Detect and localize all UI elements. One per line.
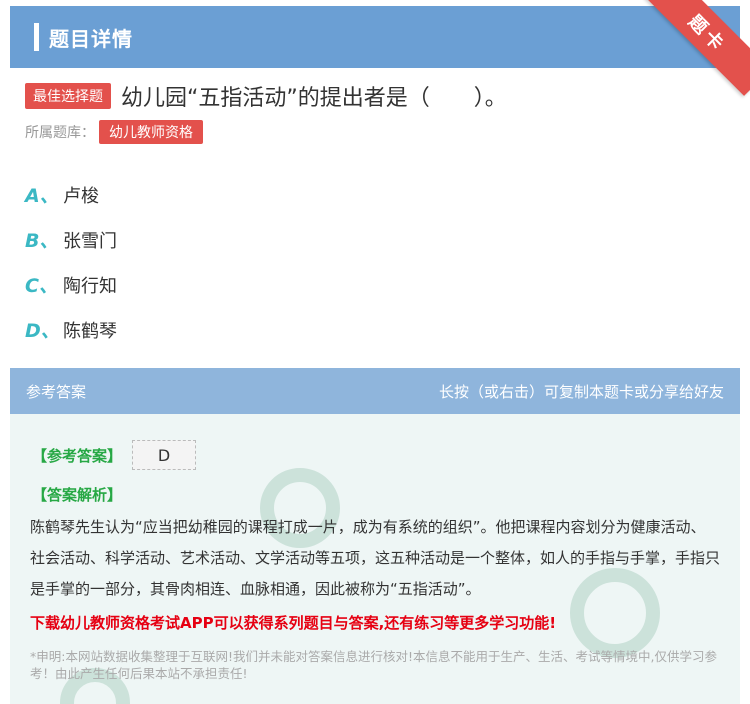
question-text: 幼儿园“五指活动”的提出者是（ ）。 [121, 86, 507, 111]
app-promo-link[interactable]: 下载幼儿教师资格考试APP可以获得系列题目与答案,还有练习等更多学习功能! [30, 612, 556, 633]
option-a[interactable]: A、 卢梭 [25, 172, 117, 217]
option-d[interactable]: D、 陈鹤琴 [25, 307, 117, 352]
option-c[interactable]: C、 陶行知 [25, 262, 117, 307]
answer-panel: 参考答案 长按（或右击）可复制本题卡或分享给好友 【参考答案】 D 【答案解析】… [10, 368, 740, 704]
option-b[interactable]: B、 张雪门 [25, 217, 117, 262]
answer-section-title: 参考答案 [26, 382, 87, 401]
option-text: 陶行知 [63, 275, 117, 297]
library-tag[interactable]: 幼儿教师资格 [99, 120, 203, 144]
option-letter: C、 [25, 275, 58, 297]
options-list: A、 卢梭 B、 张雪门 C、 陶行知 D、 陈鹤琴 [25, 172, 117, 352]
analysis-label: 【答案解析】 [32, 486, 123, 504]
page-title: 题目详情 [49, 26, 133, 51]
option-text: 卢梭 [63, 185, 99, 207]
analysis-text: 陈鹤琴先生认为“应当把幼稚园的课程打成一片，成为有系统的组织”。他把课程内容划分… [30, 518, 721, 598]
option-letter: B、 [25, 230, 59, 252]
question-line: 最佳选择题 幼儿园“五指活动”的提出者是（ ）。 [25, 80, 725, 112]
answer-header: 参考答案 长按（或右击）可复制本题卡或分享给好友 [10, 368, 740, 414]
page-header: 题目详情 [10, 6, 740, 68]
reference-answer-row: 【参考答案】 D [32, 440, 197, 470]
ribbon-label: 题卡 [683, 11, 730, 58]
disclaimer-text: *申明:本网站数据收集整理于互联网!我们并未能对答案信息进行核对!本信息不能用于… [30, 649, 717, 681]
reference-answer-value: D [132, 440, 197, 470]
option-letter: D、 [25, 320, 60, 342]
question-library: 所属题库： 幼儿教师资格 [25, 120, 203, 144]
share-hint: 长按（或右击）可复制本题卡或分享给好友 [438, 382, 724, 401]
option-text: 陈鹤琴 [63, 320, 117, 342]
reference-answer-label: 【参考答案】 [32, 446, 123, 465]
question-type-badge: 最佳选择题 [25, 83, 111, 109]
option-text: 张雪门 [63, 230, 117, 252]
header-accent-bar [34, 23, 39, 51]
library-label: 所属题库： [25, 125, 95, 141]
option-letter: A、 [25, 185, 59, 207]
